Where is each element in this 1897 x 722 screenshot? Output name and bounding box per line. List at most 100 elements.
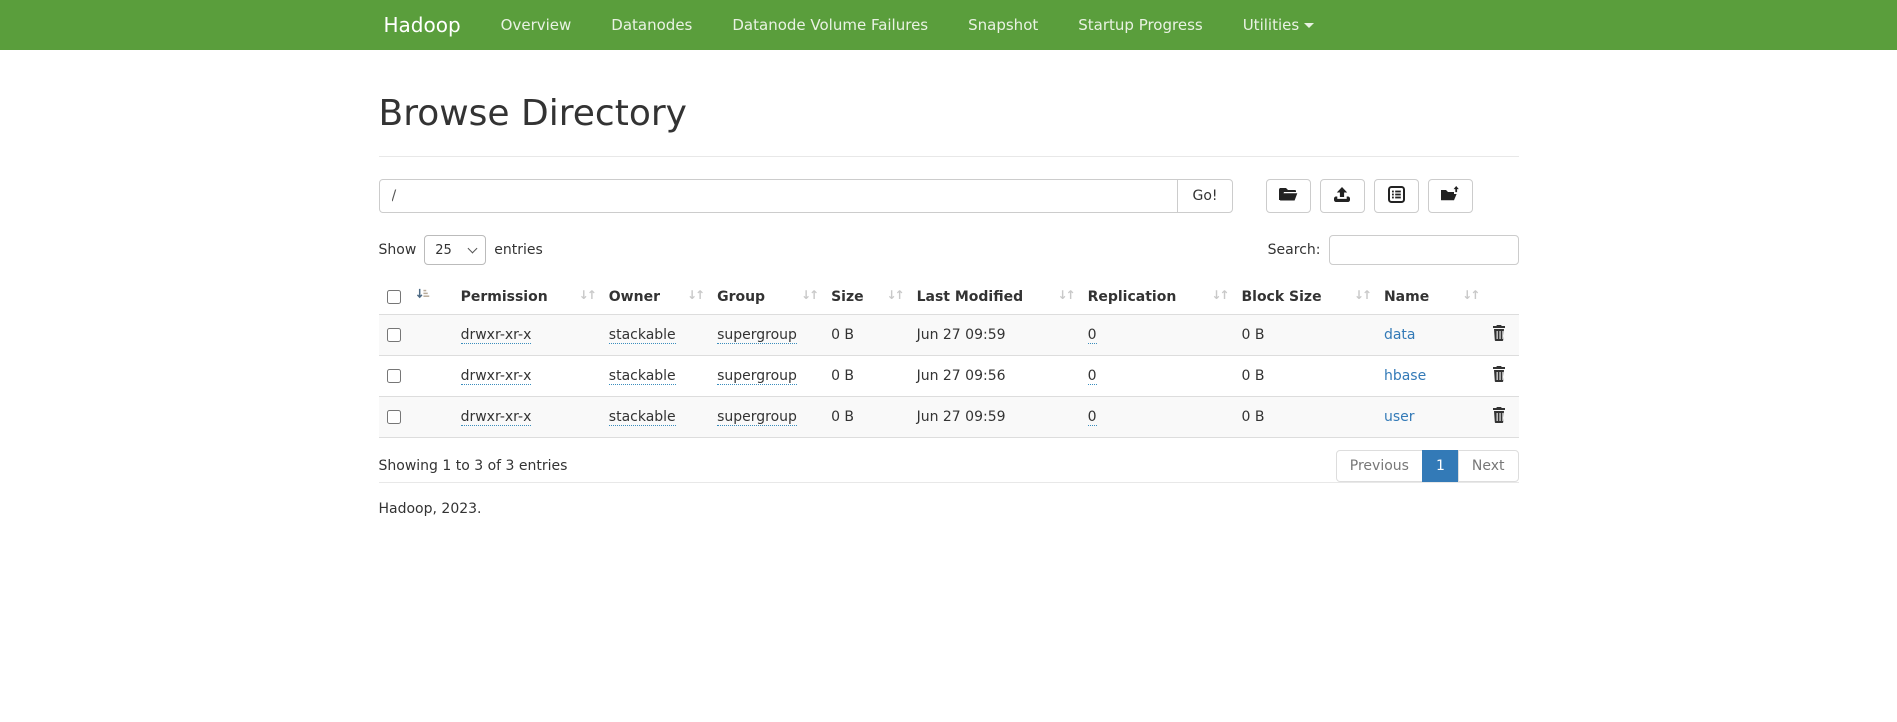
trash-icon [1492, 411, 1506, 426]
sort-icon[interactable]: ↓↑ [687, 288, 703, 302]
page-title: Browse Directory [379, 93, 1519, 134]
show-label: Show [379, 242, 417, 258]
table-summary-row: Showing 1 to 3 of 3 entries Previous 1 N… [379, 450, 1519, 482]
pagination-next[interactable]: Next [1458, 450, 1519, 482]
nav-item-utilities-label: Utilities [1243, 16, 1299, 34]
group-cell[interactable]: supergroup [717, 409, 797, 426]
size-cell: 0 B [831, 368, 854, 384]
table-header-row: Permission↓↑ Owner↓↑ Group↓↑ Size↓↑ Last… [379, 279, 1519, 315]
folder-open-icon [1278, 187, 1298, 206]
nav-item-utilities-dropdown[interactable]: Utilities [1223, 0, 1334, 50]
sort-icon[interactable]: ↓↑ [1211, 288, 1227, 302]
page-length-select[interactable]: 25 [424, 235, 486, 265]
table-controls: Show 25 entries Search: [379, 235, 1519, 265]
page-length-select-wrap: 25 [424, 235, 486, 265]
sort-icon[interactable]: ↓↑ [1462, 288, 1478, 302]
list-alt-icon [1388, 186, 1405, 206]
owner-cell[interactable]: stackable [609, 327, 676, 344]
permission-cell[interactable]: drwxr-xr-x [461, 409, 532, 426]
group-cell[interactable]: supergroup [717, 327, 797, 344]
pagination-page-1[interactable]: 1 [1422, 450, 1459, 482]
path-bar: Go! [379, 179, 1519, 213]
last-modified-cell: Jun 27 09:56 [917, 368, 1006, 384]
group-cell[interactable]: supergroup [717, 368, 797, 385]
header-actions [1484, 279, 1518, 315]
header-owner[interactable]: Owner↓↑ [601, 279, 709, 315]
block-size-cell: 0 B [1241, 368, 1264, 384]
header-replication[interactable]: Replication↓↑ [1080, 279, 1234, 315]
pagination: Previous 1 Next [1336, 450, 1519, 482]
search-label: Search: [1268, 242, 1321, 258]
header-last-modified[interactable]: Last Modified↓↑ [909, 279, 1080, 315]
header-permission[interactable]: Permission↓↑ [453, 279, 601, 315]
header-group[interactable]: Group↓↑ [709, 279, 823, 315]
replication-cell[interactable]: 0 [1088, 327, 1097, 344]
nav-item-datanodes[interactable]: Datanodes [591, 0, 712, 50]
replication-cell[interactable]: 0 [1088, 409, 1097, 426]
directory-action-buttons [1266, 179, 1473, 213]
go-button[interactable]: Go! [1177, 179, 1232, 213]
nav-item-overview[interactable]: Overview [481, 0, 592, 50]
trash-icon [1492, 329, 1506, 344]
block-size-cell: 0 B [1241, 409, 1264, 425]
directory-link[interactable]: data [1384, 327, 1416, 343]
header-block-size[interactable]: Block Size↓↑ [1233, 279, 1376, 315]
sort-amount-asc-icon[interactable] [415, 287, 430, 306]
select-all-checkbox[interactable] [387, 290, 401, 304]
pagination-previous[interactable]: Previous [1336, 450, 1423, 482]
directory-link[interactable]: user [1384, 409, 1415, 425]
replication-cell[interactable]: 0 [1088, 368, 1097, 385]
nav-item-snapshot[interactable]: Snapshot [948, 0, 1058, 50]
nav-item-datanode-volume-failures[interactable]: Datanode Volume Failures [712, 0, 948, 50]
table-row: drwxr-xr-x stackable supergroup 0 B Jun … [379, 315, 1519, 356]
size-cell: 0 B [831, 409, 854, 425]
folder-up-icon [1440, 186, 1460, 206]
size-cell: 0 B [831, 327, 854, 343]
caret-down-icon [1304, 23, 1314, 28]
nav-item-startup-progress[interactable]: Startup Progress [1058, 0, 1222, 50]
page-length-control: Show 25 entries [379, 235, 543, 265]
move-directory-button[interactable] [1428, 179, 1473, 213]
sort-icon[interactable]: ↓↑ [886, 288, 902, 302]
upload-icon [1333, 187, 1351, 206]
title-divider [379, 156, 1519, 157]
sort-icon[interactable]: ↓↑ [1057, 288, 1073, 302]
directory-link[interactable]: hbase [1384, 368, 1426, 384]
last-modified-cell: Jun 27 09:59 [917, 327, 1006, 343]
upload-files-button[interactable] [1320, 179, 1365, 213]
cut-paste-button[interactable] [1374, 179, 1419, 213]
create-directory-button[interactable] [1266, 179, 1311, 213]
delete-button[interactable] [1492, 325, 1506, 341]
directory-listing-table: Permission↓↑ Owner↓↑ Group↓↑ Size↓↑ Last… [379, 279, 1519, 438]
header-size[interactable]: Size↓↑ [823, 279, 909, 315]
table-row: drwxr-xr-x stackable supergroup 0 B Jun … [379, 397, 1519, 438]
table-row: drwxr-xr-x stackable supergroup 0 B Jun … [379, 356, 1519, 397]
row-checkbox[interactable] [387, 369, 401, 383]
last-modified-cell: Jun 27 09:59 [917, 409, 1006, 425]
search-control: Search: [1268, 235, 1519, 265]
top-navbar: Hadoop Overview Datanodes Datanode Volum… [0, 0, 1897, 50]
owner-cell[interactable]: stackable [609, 409, 676, 426]
trash-icon [1492, 370, 1506, 385]
row-checkbox[interactable] [387, 328, 401, 342]
entries-info: Showing 1 to 3 of 3 entries [379, 458, 568, 474]
footer-divider [379, 482, 1519, 483]
search-input[interactable] [1329, 235, 1519, 265]
path-input-group: Go! [379, 179, 1233, 213]
block-size-cell: 0 B [1241, 327, 1264, 343]
delete-button[interactable] [1492, 407, 1506, 423]
site-footer-text: Hadoop, 2023. [379, 501, 1519, 517]
select-all-header [379, 279, 453, 315]
owner-cell[interactable]: stackable [609, 368, 676, 385]
permission-cell[interactable]: drwxr-xr-x [461, 368, 532, 385]
permission-cell[interactable]: drwxr-xr-x [461, 327, 532, 344]
sort-icon[interactable]: ↓↑ [1354, 288, 1370, 302]
delete-button[interactable] [1492, 366, 1506, 382]
header-name[interactable]: Name↓↑ [1376, 279, 1484, 315]
sort-icon[interactable]: ↓↑ [579, 288, 595, 302]
sort-icon[interactable]: ↓↑ [801, 288, 817, 302]
brand-hadoop[interactable]: Hadoop [379, 13, 469, 37]
entries-label: entries [494, 242, 543, 258]
row-checkbox[interactable] [387, 410, 401, 424]
directory-path-input[interactable] [379, 179, 1179, 213]
